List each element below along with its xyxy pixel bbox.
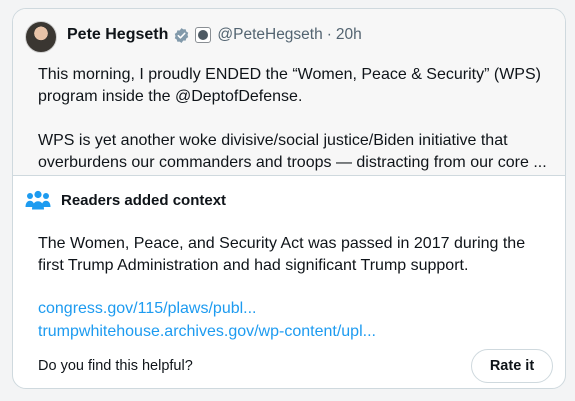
tweet-text: This morning, I proudly ENDED the “Women… (38, 64, 558, 174)
people-icon (25, 190, 51, 210)
tweet-header: Pete Hegseth @PeteHegseth · 20h (67, 24, 362, 46)
verified-badge-icon (173, 27, 190, 44)
context-title: Readers added context (61, 191, 227, 209)
community-note-card: Pete Hegseth @PeteHegseth · 20h This mor… (12, 8, 566, 389)
divider (13, 175, 565, 176)
tweet-time[interactable]: 20h (336, 26, 362, 44)
tweet-paragraph-2: WPS is yet another woke divisive/social … (38, 132, 547, 171)
source-link-1[interactable]: congress.gov/115/plaws/publ... (38, 297, 376, 320)
separator-dot: · (326, 26, 332, 43)
author-handle[interactable]: @PeteHegseth (217, 26, 322, 44)
tweet-paragraph-1: This morning, I proudly ENDED the “Women… (38, 66, 541, 105)
author-name[interactable]: Pete Hegseth (67, 26, 168, 44)
avatar[interactable] (25, 21, 57, 53)
rate-it-button[interactable]: Rate it (471, 349, 553, 383)
government-seal-icon[interactable] (195, 27, 212, 43)
context-header: Readers added context (25, 190, 226, 210)
helpful-question: Do you find this helpful? (38, 358, 193, 374)
source-link-2[interactable]: trumpwhitehouse.archives.gov/wp-content/… (38, 320, 376, 343)
quoted-tweet[interactable]: Pete Hegseth @PeteHegseth · 20h This mor… (13, 9, 565, 175)
context-text: The Women, Peace, and Security Act was p… (38, 235, 526, 274)
source-links: congress.gov/115/plaws/publ... trumpwhit… (38, 297, 376, 343)
